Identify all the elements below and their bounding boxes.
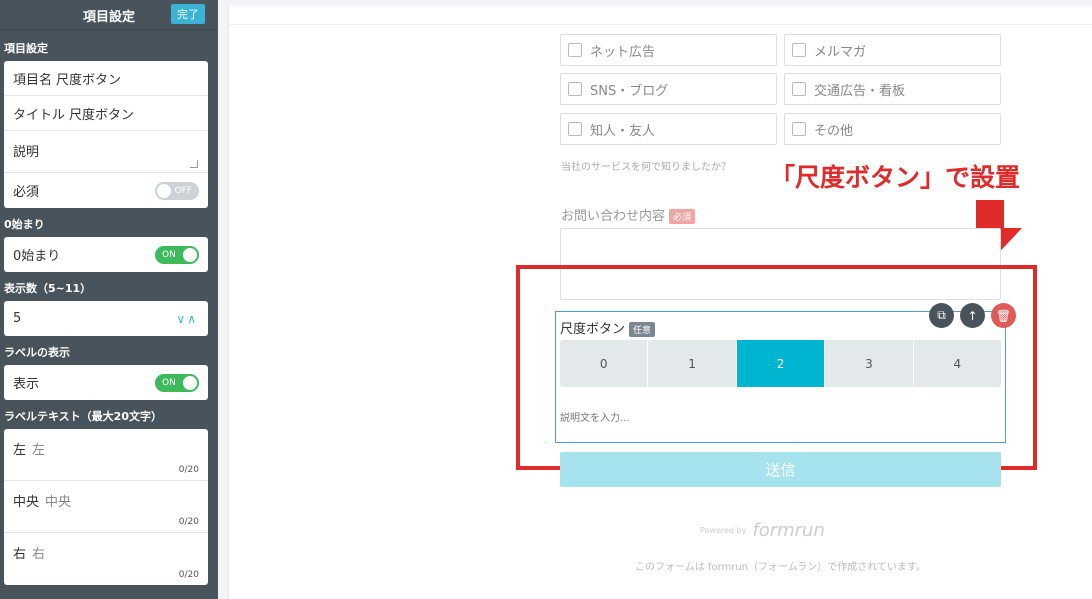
required-badge: 必須: [669, 209, 696, 224]
display-count-field[interactable]: 5 ∨∧: [4, 301, 208, 336]
title-label: タイトル: [13, 107, 66, 123]
checkbox-option[interactable]: SNS・ブログ: [560, 73, 777, 105]
item-name-field[interactable]: 項目名 尺度ボタン: [4, 61, 208, 96]
label-display-card: 表示 ON: [4, 365, 208, 400]
checkbox-option[interactable]: ネット広告: [560, 34, 777, 66]
checkbox-icon: [792, 43, 806, 57]
label-text-left[interactable]: 左左 0/20: [4, 429, 208, 481]
label-display-label: 表示: [13, 377, 40, 392]
inquiry-label: お問い合わせ内容 必須: [561, 205, 696, 224]
checkbox-option[interactable]: 知人・友人: [560, 113, 777, 145]
item-settings-card: 項目名 尺度ボタン タイトル 尺度ボタン 説明 必須 OFF: [4, 61, 208, 208]
done-button[interactable]: 完了: [171, 4, 205, 24]
stepper-arrows-icon[interactable]: ∨∧: [176, 312, 198, 326]
checkbox-icon: [568, 43, 582, 57]
label-text-center[interactable]: 中央 中央 0/20: [4, 481, 208, 533]
annotation-arrow: [976, 200, 1004, 228]
description-field[interactable]: 説明: [4, 131, 208, 173]
section-label-display: ラベルの表示: [4, 346, 70, 359]
checkbox-option[interactable]: メルマガ: [784, 34, 1001, 66]
title-field[interactable]: タイトル 尺度ボタン: [4, 96, 208, 131]
checkbox-option[interactable]: 交通広告・看板: [784, 73, 1001, 105]
display-count-value: 5: [13, 311, 22, 326]
divider: [228, 24, 1092, 25]
resize-handle-icon[interactable]: [190, 160, 198, 168]
required-label: 必須: [13, 185, 40, 200]
checkbox-icon: [568, 82, 582, 96]
display-count-card: 5 ∨∧: [4, 301, 208, 336]
section-label-text: ラベルテキスト（最大20文字）: [4, 410, 162, 423]
char-counter: 0/20: [178, 465, 199, 475]
annotation-caption: 「尺度ボタン」で設置: [770, 163, 1021, 192]
item-name-label: 項目名: [13, 72, 53, 88]
sidebar-header: 項目設定 完了: [0, 0, 218, 30]
required-row: 必須 OFF: [4, 173, 208, 208]
char-counter: 0/20: [178, 517, 199, 527]
description-label: 説明: [13, 145, 40, 160]
title-value: 尺度ボタン: [69, 107, 135, 123]
submit-button[interactable]: 送信: [560, 452, 1001, 487]
char-counter: 0/20: [178, 570, 199, 580]
checkbox-icon: [792, 122, 806, 136]
section-display-count: 表示数（5~11）: [4, 282, 92, 295]
formrun-logo[interactable]: formrun: [752, 520, 825, 541]
powered-by: Powered by formrun: [700, 520, 825, 541]
zero-start-row: 0始まり ON: [4, 237, 208, 272]
checkbox-icon: [568, 122, 582, 136]
zero-start-card: 0始まり ON: [4, 237, 208, 272]
annotation-highlight-box: [516, 265, 1037, 470]
zero-start-label: 0始まり: [13, 249, 61, 264]
settings-sidebar: 項目設定 完了 項目設定 項目名 尺度ボタン タイトル 尺度ボタン 説明 必須 …: [0, 0, 218, 599]
required-toggle[interactable]: OFF: [155, 181, 199, 200]
label-display-toggle[interactable]: ON: [155, 373, 199, 392]
footer-text: このフォームは formrun（フォームラン）で作成されています。: [635, 562, 926, 573]
label-display-row: 表示 ON: [4, 365, 208, 400]
zero-start-toggle[interactable]: ON: [155, 245, 199, 264]
checkbox-icon: [792, 82, 806, 96]
section-zero-start: 0始まり: [4, 218, 45, 231]
item-name-value: 尺度ボタン: [56, 72, 122, 88]
field-help-text: 当社のサービスを何で知りましたか？: [561, 162, 731, 173]
label-text-card: 左左 0/20 中央 中央 0/20 右右 0/20: [4, 429, 208, 585]
label-text-right[interactable]: 右右 0/20: [4, 533, 208, 585]
checkbox-option[interactable]: その他: [784, 113, 1001, 145]
section-item-settings: 項目設定: [4, 42, 48, 55]
